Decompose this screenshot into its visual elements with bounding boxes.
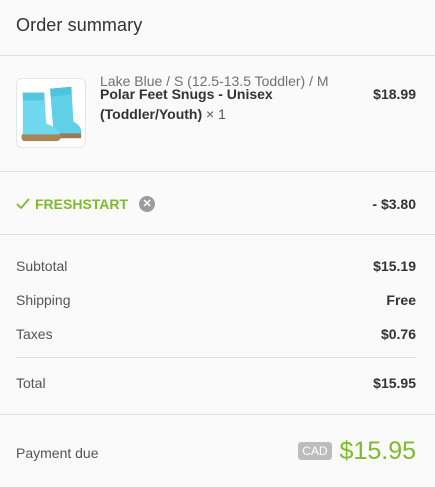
payment-due-amount: $15.95 (339, 437, 416, 465)
remove-discount-icon[interactable]: ✕ (139, 196, 156, 212)
payment-due-row: Payment due CAD $15.95 (0, 415, 435, 487)
slipper-boots-image (21, 86, 82, 142)
totals-divider (16, 357, 416, 358)
shipping-value: Free (386, 292, 416, 308)
subtotal-label: Subtotal (16, 258, 68, 274)
subtotal-row: Subtotal $15.19 (16, 256, 416, 276)
line-item: Polar Feet Snugs - Unisex (Toddler/Youth… (0, 56, 435, 172)
discount-tag: FRESHSTART ✕ (16, 194, 156, 214)
totals-section: Subtotal $15.19 Shipping Free Taxes $0.7… (0, 235, 435, 415)
payment-due-label: Payment due (16, 445, 99, 461)
product-variant: Lake Blue / S (12.5-13.5 Toddler) / M (100, 73, 329, 89)
shipping-label: Shipping (16, 292, 71, 308)
taxes-value: $0.76 (380, 326, 416, 342)
total-label: Total (16, 375, 46, 391)
taxes-label: Taxes (16, 326, 53, 342)
discount-code: FRESHSTART (35, 196, 129, 212)
page-title: Order summary (16, 15, 143, 35)
total-row: Total $15.95 (16, 373, 416, 393)
product-quantity: × 1 (206, 106, 226, 122)
payment-due-amount-group: CAD $15.95 (298, 436, 416, 466)
order-summary-header: Order summary (0, 0, 435, 56)
subtotal-value: $15.19 (373, 258, 416, 274)
currency-badge: CAD (298, 442, 332, 460)
shipping-row: Shipping Free (16, 290, 416, 310)
product-price: $18.99 (373, 86, 416, 102)
product-name: Polar Feet Snugs - Unisex (Toddler/Youth… (100, 86, 273, 122)
taxes-row: Taxes $0.76 (16, 324, 416, 344)
total-value: $15.95 (373, 375, 416, 391)
product-image (16, 78, 86, 148)
check-icon (16, 198, 30, 209)
discount-row: FRESHSTART ✕ - $3.80 (0, 172, 435, 235)
discount-amount: - $3.80 (372, 196, 416, 212)
